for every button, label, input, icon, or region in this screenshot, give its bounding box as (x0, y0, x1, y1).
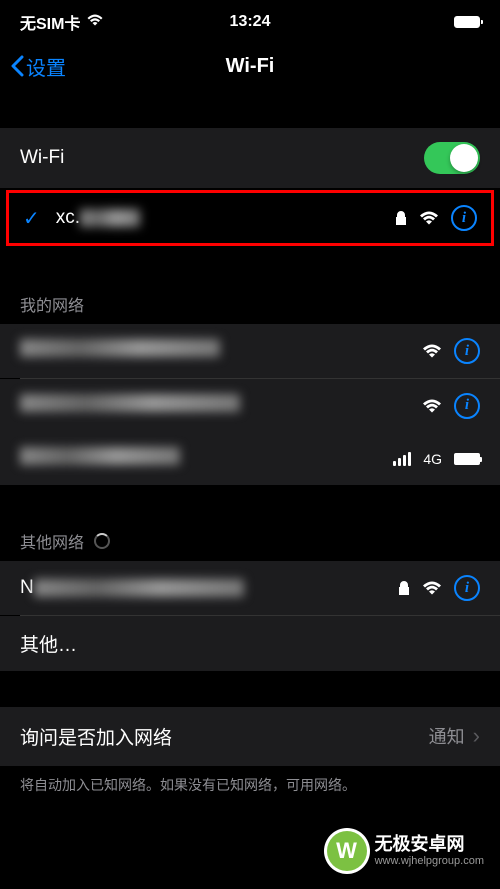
cellular-type: 4G (423, 451, 442, 467)
nav-bar: 设置 Wi-Fi (0, 44, 500, 88)
chevron-left-icon (10, 55, 24, 77)
lock-icon (398, 580, 410, 596)
hotspot-battery-icon (454, 453, 480, 465)
network-row[interactable]: i (0, 324, 500, 378)
network-name (20, 394, 422, 418)
watermark: W 无极安卓网 www.wjhelpgroup.com (327, 831, 484, 871)
status-bar: 无SIM卡 13:24 (0, 0, 500, 44)
network-row[interactable]: 4G (0, 433, 500, 485)
other-networks-header: 其他网络 (0, 521, 500, 561)
back-button[interactable]: 设置 (10, 52, 66, 81)
wifi-signal-icon (419, 211, 439, 225)
lock-icon (395, 210, 407, 226)
connected-network-row[interactable]: ✓ xc. i (6, 190, 494, 246)
chevron-right-icon: › (473, 723, 480, 749)
other-network-manual[interactable]: 其他… (0, 616, 500, 671)
my-networks-header: 我的网络 (0, 284, 500, 324)
wifi-icon (86, 13, 104, 31)
ask-join-row[interactable]: 询问是否加入网络 通知 › (0, 707, 500, 766)
wifi-toggle[interactable] (424, 142, 480, 174)
ask-join-label: 询问是否加入网络 (20, 723, 429, 750)
footer-text: 将自动加入已知网络。如果没有已知网络，可用网络。 (0, 766, 500, 806)
ask-join-value: 通知 (429, 723, 465, 749)
status-time: 13:24 (230, 13, 271, 31)
cellular-signal-icon (393, 452, 411, 466)
network-name: N (20, 577, 398, 599)
wifi-toggle-label: Wi-Fi (20, 147, 424, 169)
network-name (20, 339, 422, 363)
other-label: 其他… (20, 630, 480, 657)
connected-network-name: xc. (56, 207, 395, 229)
battery-icon (454, 16, 480, 28)
check-icon: ✓ (23, 206, 40, 231)
spinner-icon (94, 533, 110, 549)
watermark-url: www.wjhelpgroup.com (375, 855, 484, 867)
page-title: Wi-Fi (226, 55, 275, 78)
back-label: 设置 (26, 52, 66, 81)
network-row[interactable]: N i (0, 561, 500, 615)
wifi-signal-icon (422, 344, 442, 358)
wifi-signal-icon (422, 399, 442, 413)
status-right (454, 16, 480, 28)
watermark-title: 无极安卓网 (375, 835, 484, 855)
info-icon[interactable]: i (451, 205, 477, 231)
toggle-knob (450, 144, 478, 172)
info-icon[interactable]: i (454, 393, 480, 419)
wifi-signal-icon (422, 581, 442, 595)
info-icon[interactable]: i (454, 338, 480, 364)
carrier-text: 无SIM卡 (20, 10, 80, 34)
info-icon[interactable]: i (454, 575, 480, 601)
wifi-toggle-row: Wi-Fi (0, 128, 500, 188)
status-left: 无SIM卡 (20, 10, 104, 34)
network-name (20, 447, 393, 471)
watermark-logo: W (327, 831, 367, 871)
network-row[interactable]: i (0, 379, 500, 433)
